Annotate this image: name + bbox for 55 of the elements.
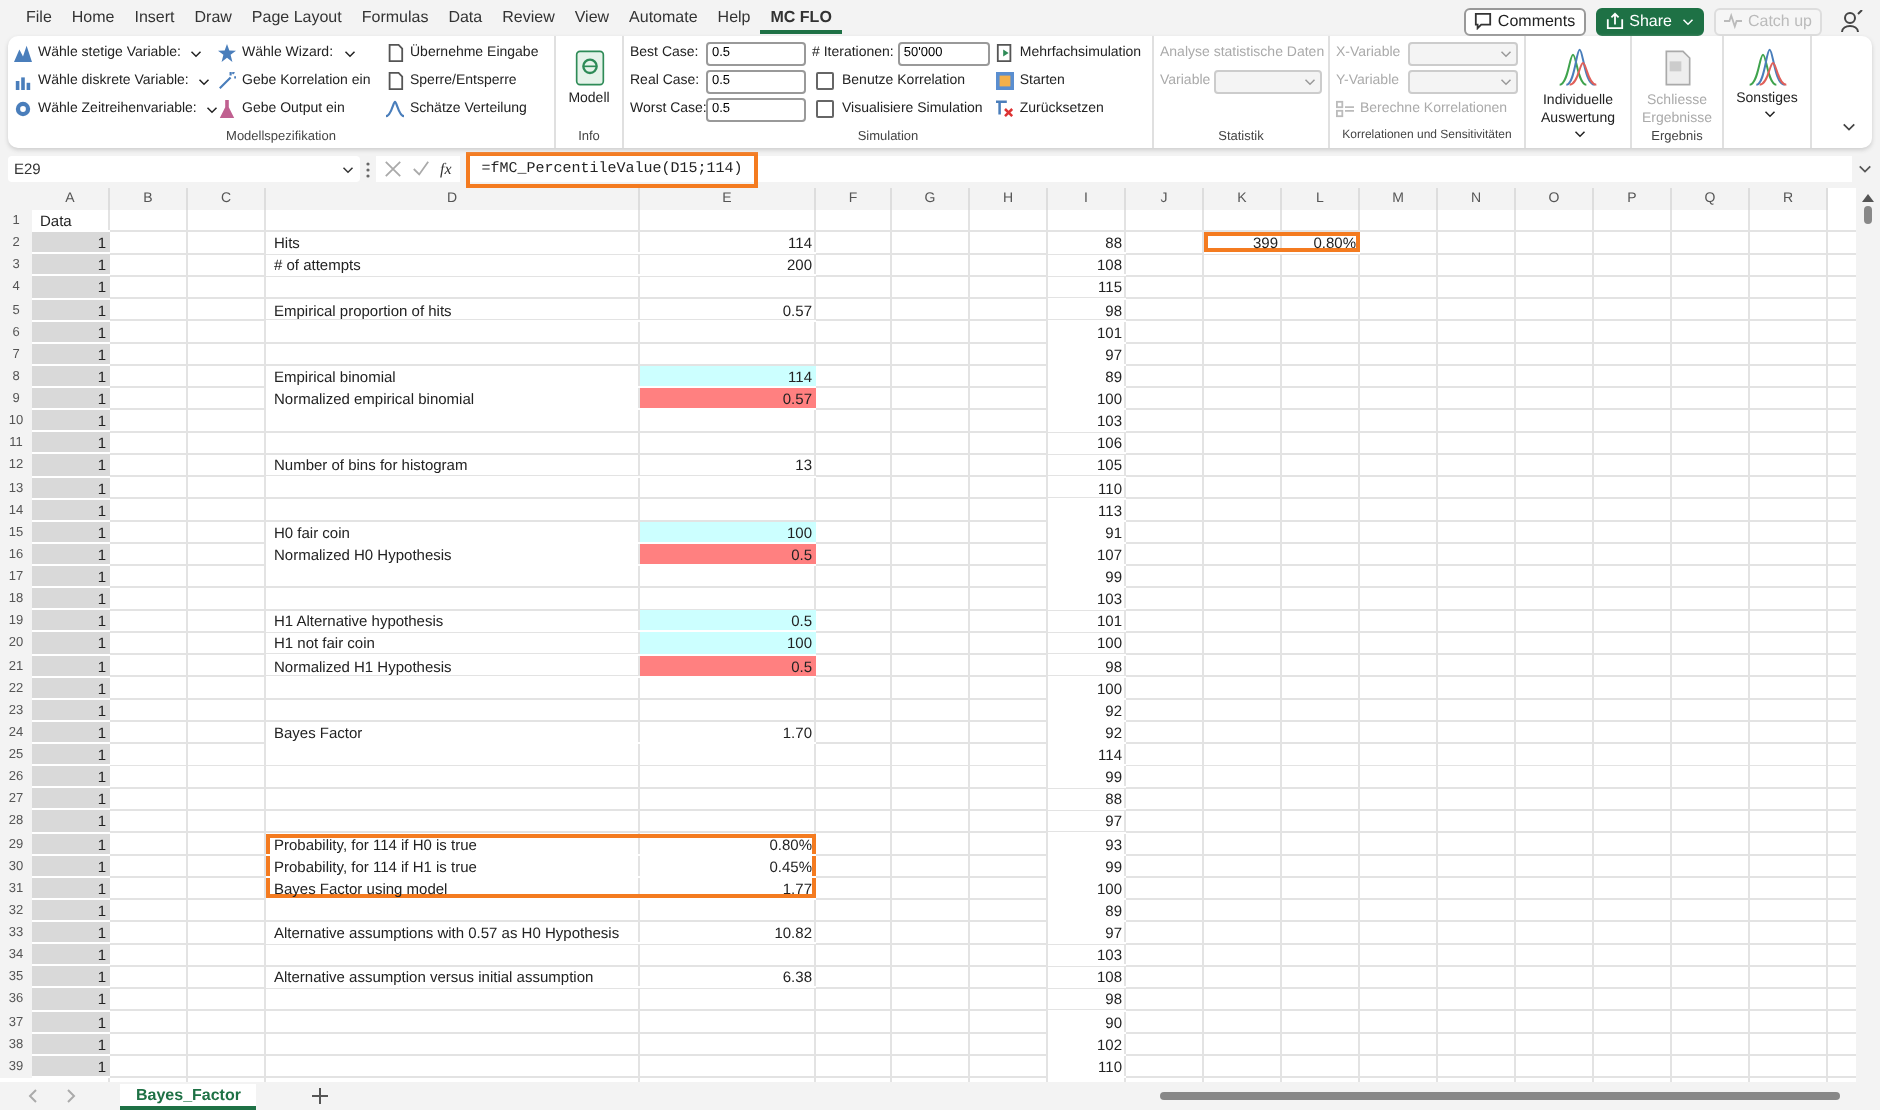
sheet-tab[interactable]: Bayes_Factor bbox=[120, 1083, 257, 1109]
flask-icon bbox=[218, 100, 236, 118]
distribution-curves-icon bbox=[1558, 48, 1598, 88]
menu-tab[interactable]: Formulas bbox=[351, 3, 439, 33]
menu-tab[interactable]: Insert bbox=[124, 3, 185, 33]
caret-icon bbox=[198, 77, 211, 85]
reset-icon bbox=[995, 100, 1014, 118]
share-icon bbox=[1605, 12, 1624, 30]
grid-icon bbox=[995, 72, 1014, 90]
caret-icon bbox=[1304, 77, 1316, 85]
person-icon[interactable] bbox=[1840, 9, 1864, 33]
add-sheet-icon[interactable] bbox=[312, 1088, 329, 1104]
caret-icon bbox=[206, 105, 219, 113]
menu-tab[interactable]: Automate bbox=[619, 3, 708, 33]
play-icon bbox=[995, 44, 1014, 62]
caret-icon bbox=[1574, 130, 1586, 138]
comments-button[interactable]: Comments bbox=[1463, 7, 1586, 35]
list-icon bbox=[1336, 100, 1354, 118]
dropdown-field[interactable] bbox=[1407, 41, 1518, 65]
scroll-up-icon[interactable] bbox=[1862, 194, 1874, 202]
function-button[interactable]: fx bbox=[440, 160, 452, 178]
caret-icon bbox=[190, 49, 203, 57]
collapse-icon[interactable] bbox=[1842, 122, 1856, 132]
check-icon[interactable] bbox=[412, 160, 430, 178]
pulse-icon bbox=[1723, 12, 1742, 30]
comment-icon bbox=[1473, 12, 1492, 30]
caret-icon bbox=[342, 165, 354, 173]
menu-tab[interactable]: Draw bbox=[184, 3, 242, 33]
previous-sheet-icon[interactable] bbox=[28, 1088, 38, 1104]
menu-tab[interactable]: File bbox=[16, 3, 62, 33]
checkbox[interactable] bbox=[816, 72, 834, 90]
share-button[interactable]: Share bbox=[1595, 7, 1704, 35]
dropdown-field[interactable] bbox=[1407, 69, 1518, 93]
caret-icon bbox=[1500, 49, 1512, 57]
caret-icon bbox=[1763, 110, 1775, 118]
menu-tab[interactable]: View bbox=[564, 3, 620, 33]
next-sheet-icon[interactable] bbox=[66, 1088, 76, 1104]
checkbox[interactable] bbox=[816, 100, 834, 118]
menu-tab[interactable]: Review bbox=[492, 3, 565, 33]
curve-icon bbox=[386, 100, 404, 118]
sparkle-icon bbox=[218, 72, 236, 90]
expand-icon[interactable] bbox=[1858, 164, 1872, 174]
caret-icon bbox=[1681, 17, 1694, 25]
menu-tab[interactable]: Help bbox=[707, 3, 761, 33]
cancel-icon[interactable] bbox=[384, 160, 402, 178]
caret-icon bbox=[343, 49, 356, 57]
menu-tab[interactable]: Data bbox=[438, 3, 493, 33]
menu-tab[interactable]: Page Layout bbox=[241, 3, 352, 33]
bars-icon bbox=[14, 72, 32, 90]
star-icon bbox=[218, 44, 236, 62]
distribution-curves-icon bbox=[1747, 48, 1787, 88]
dropdown-field[interactable] bbox=[1214, 69, 1322, 93]
menu-tab[interactable]: Home bbox=[61, 3, 125, 33]
caret-icon bbox=[1500, 77, 1512, 85]
mountain-icon bbox=[14, 44, 32, 62]
